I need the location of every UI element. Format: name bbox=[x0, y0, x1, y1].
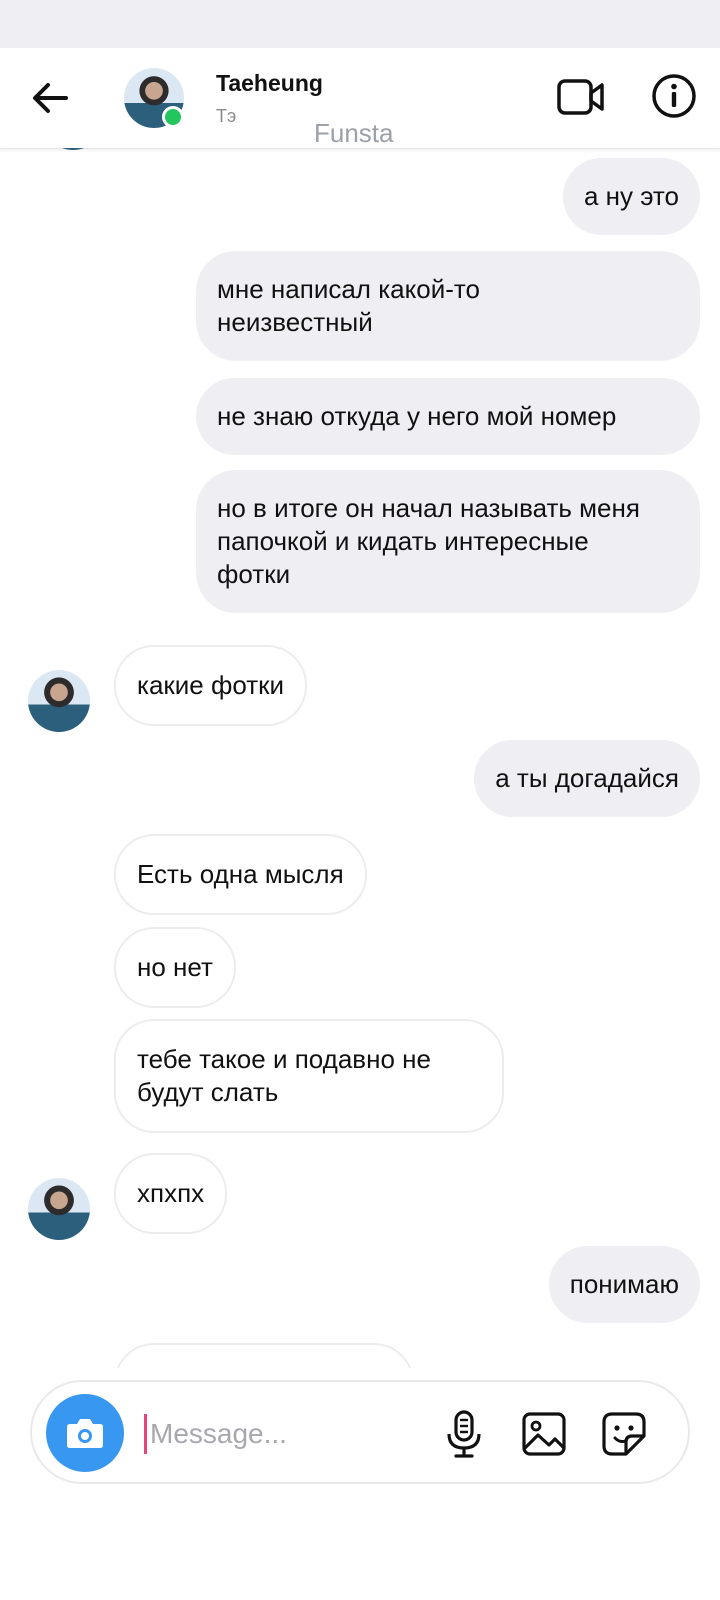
message-bubble-incoming[interactable]: хпхпх bbox=[114, 1153, 228, 1234]
info-circle-icon bbox=[652, 74, 696, 118]
text-cursor bbox=[144, 1414, 147, 1454]
image-icon bbox=[522, 1412, 566, 1456]
camera-button[interactable] bbox=[46, 1394, 124, 1472]
chat-header: Taeheung Тэ Funsta bbox=[0, 48, 720, 149]
message-bubble-outgoing[interactable]: не знаю откуда у него мой номер bbox=[196, 378, 700, 455]
contact-avatar-small[interactable] bbox=[28, 670, 90, 732]
message-thread[interactable]: а ну это мне написал какой-то неизвестны… bbox=[0, 148, 720, 1368]
message-composer bbox=[30, 1380, 690, 1484]
message-bubble-outgoing[interactable]: а ты догадайся bbox=[474, 740, 700, 817]
status-bar bbox=[0, 0, 720, 48]
message-bubble-outgoing[interactable]: а ну это bbox=[562, 158, 700, 235]
message-bubble-incoming-partial bbox=[114, 1343, 414, 1368]
video-call-button[interactable] bbox=[556, 74, 606, 120]
message-bubble-outgoing[interactable]: мне написал какой-то неизвестный bbox=[196, 251, 700, 361]
message-bubble-outgoing[interactable]: понимаю bbox=[548, 1246, 700, 1323]
microphone-icon bbox=[447, 1410, 481, 1458]
message-bubble-incoming[interactable]: какие фотки bbox=[114, 645, 308, 726]
gallery-button[interactable] bbox=[518, 1408, 570, 1460]
contact-avatar-small[interactable] bbox=[28, 1178, 90, 1240]
contact-funsta-label: Funsta bbox=[314, 118, 394, 148]
info-button[interactable] bbox=[650, 72, 698, 120]
message-bubble-incoming[interactable]: Есть одна мысля bbox=[114, 834, 367, 915]
video-camera-icon bbox=[557, 79, 604, 115]
arrow-left-icon bbox=[33, 83, 68, 113]
message-bubble-outgoing[interactable]: но в итоге он начал называть меня папочк… bbox=[196, 470, 700, 613]
contact-subtitle: Тэ bbox=[216, 106, 237, 126]
message-input[interactable] bbox=[148, 1408, 422, 1460]
sticker-button[interactable] bbox=[598, 1408, 650, 1460]
back-button[interactable] bbox=[28, 76, 72, 120]
contact-avatar-small bbox=[42, 148, 104, 150]
microphone-button[interactable] bbox=[438, 1408, 490, 1460]
sticker-icon bbox=[602, 1412, 646, 1456]
contact-name[interactable]: Taeheung bbox=[216, 70, 323, 97]
message-bubble-incoming[interactable]: тебе такое и подавно не будут слать bbox=[114, 1019, 504, 1133]
camera-icon bbox=[67, 1419, 103, 1448]
online-status-dot bbox=[162, 106, 184, 128]
message-bubble-incoming[interactable]: но нет bbox=[114, 927, 236, 1008]
